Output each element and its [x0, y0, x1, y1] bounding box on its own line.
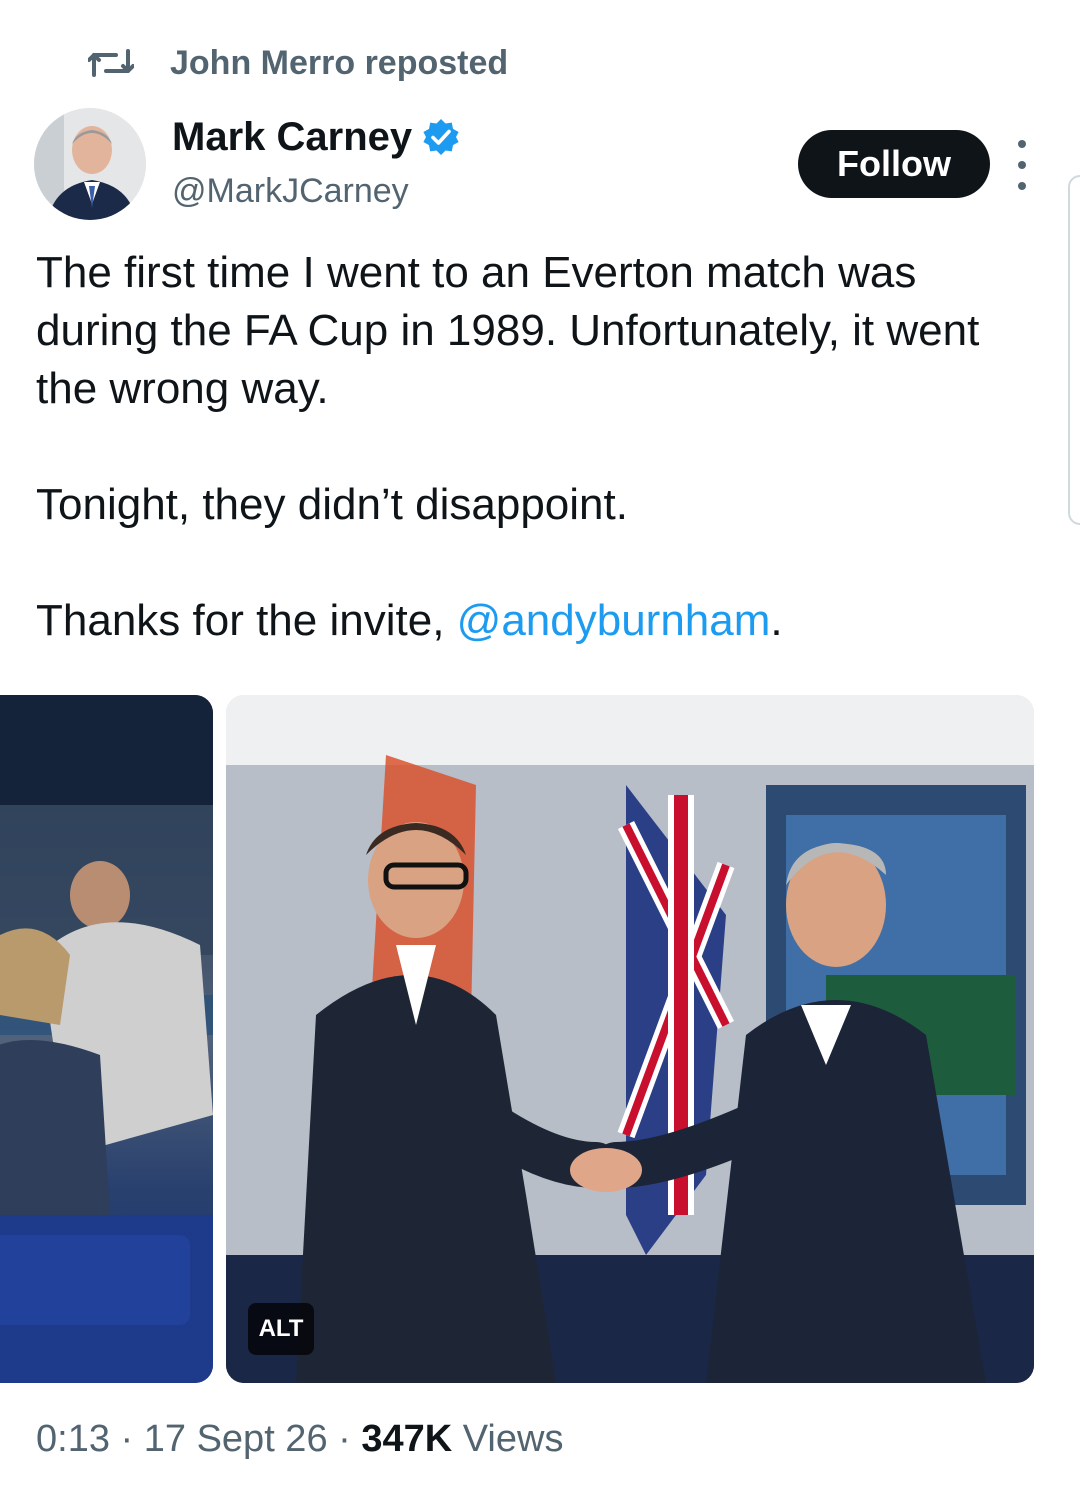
repost-label[interactable]: John Merro reposted: [170, 44, 508, 83]
views-label[interactable]: Views: [463, 1418, 564, 1460]
more-options-icon[interactable]: [1010, 140, 1034, 190]
tweet-meta: 0:13 · 17 Sept 26 · 347K Views: [36, 1418, 563, 1461]
author-name[interactable]: Mark Carney: [172, 115, 412, 160]
tweet-text: The first time I went to an Everton matc…: [36, 244, 1036, 650]
verified-badge-icon: [423, 119, 459, 155]
tweet-time[interactable]: 0:13: [36, 1418, 110, 1460]
tweet-paragraph: Tonight, they didn’t disappoint.: [36, 480, 628, 529]
follow-button[interactable]: Follow: [798, 130, 990, 198]
mention-link[interactable]: @andyburnham: [457, 596, 771, 645]
repost-header: John Merro reposted: [88, 40, 508, 86]
author-avatar[interactable]: [34, 108, 146, 220]
meta-separator: ·: [120, 1418, 134, 1460]
media-image-stadium[interactable]: [0, 695, 213, 1383]
views-count[interactable]: 347K: [361, 1418, 452, 1460]
tweet-date[interactable]: 17 Sept 26: [144, 1418, 328, 1460]
tweet-text-segment: Thanks for the invite,: [36, 596, 457, 645]
author-handle[interactable]: @MarkJCarney: [172, 172, 409, 211]
media-image-handshake[interactable]: [226, 695, 1034, 1383]
scrollbar[interactable]: [1068, 175, 1080, 525]
alt-text-badge[interactable]: ALT: [248, 1303, 314, 1355]
tweet-paragraph: Thanks for the invite, @andyburnham.: [36, 592, 1036, 650]
tweet-text-segment: .: [770, 596, 783, 645]
author-name-row: Mark Carney: [172, 112, 460, 162]
meta-separator: ·: [338, 1418, 351, 1460]
tweet-paragraph: The first time I went to an Everton matc…: [36, 248, 980, 413]
repost-icon: [88, 49, 134, 77]
